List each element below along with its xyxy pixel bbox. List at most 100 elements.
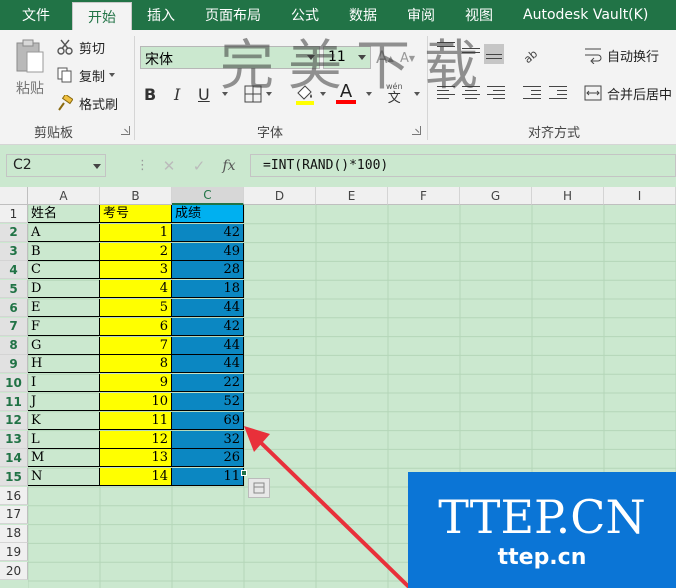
tab-formulas[interactable]: 公式 (276, 0, 334, 30)
column-header-f[interactable]: F (388, 187, 460, 205)
align-middle-icon[interactable] (462, 48, 482, 68)
clipboard-launcher-icon[interactable] (121, 126, 130, 135)
phonetic-button[interactable]: wén 文 (386, 82, 403, 106)
row-header-9[interactable]: 9 (0, 355, 28, 374)
font-name-input[interactable]: 宋体 (140, 46, 320, 69)
cell-b6[interactable]: 5 (100, 299, 172, 317)
cell-c8[interactable]: 44 (172, 336, 244, 355)
select-all-corner[interactable] (0, 187, 28, 205)
header-cell-c[interactable]: 成绩 (172, 205, 244, 223)
cell-b8[interactable]: 7 (100, 336, 172, 355)
cell-a8[interactable]: G (28, 336, 100, 355)
column-header-a[interactable]: A (28, 187, 100, 205)
cell-a12[interactable]: K (28, 411, 100, 430)
wrap-text-button[interactable]: 自动换行 (584, 44, 659, 66)
cell-b3[interactable]: 2 (100, 242, 172, 261)
row-header-14[interactable]: 14 (0, 449, 28, 468)
chevron-down-icon[interactable] (358, 55, 366, 60)
check-icon[interactable]: ✓ (184, 157, 214, 175)
cell-a11[interactable]: J (28, 393, 100, 411)
cell-b11[interactable]: 10 (100, 393, 172, 411)
tab-insert[interactable]: 插入 (132, 0, 190, 30)
cell-b7[interactable]: 6 (100, 317, 172, 336)
font-launcher-icon[interactable] (412, 126, 421, 135)
row-header-11[interactable]: 11 (0, 393, 28, 411)
cell-a10[interactable]: I (28, 374, 100, 393)
insert-function-button[interactable]: fx (214, 158, 244, 174)
cancel-icon[interactable]: ✕ (154, 157, 184, 175)
align-top-icon[interactable] (437, 42, 457, 62)
grow-font-button[interactable]: A ▲ (376, 46, 394, 70)
cell-b12[interactable]: 11 (100, 411, 172, 430)
borders-button[interactable] (244, 82, 272, 106)
decrease-indent-icon[interactable] (523, 86, 543, 106)
row-header-19[interactable]: 19 (0, 543, 28, 562)
column-header-h[interactable]: H (532, 187, 604, 205)
column-header-d[interactable]: D (244, 187, 316, 205)
chevron-down-icon[interactable] (307, 55, 315, 60)
cell-b2[interactable]: 1 (100, 223, 172, 242)
fill-color-button[interactable] (294, 82, 326, 106)
tab-data[interactable]: 数据 (334, 0, 392, 30)
row-header-20[interactable]: 20 (0, 562, 28, 581)
copy-dropdown-icon[interactable] (109, 73, 116, 77)
align-right-icon[interactable] (487, 86, 507, 106)
cell-a7[interactable]: F (28, 317, 100, 336)
row-header-16[interactable]: 16 (0, 487, 28, 505)
row-header-1[interactable]: 1 (0, 205, 28, 223)
row-header-12[interactable]: 12 (0, 411, 28, 430)
increase-indent-icon[interactable] (549, 86, 569, 106)
row-header-8[interactable]: 8 (0, 336, 28, 355)
cell-b9[interactable]: 8 (100, 355, 172, 374)
header-cell-a[interactable]: 姓名 (28, 205, 100, 223)
cell-a15[interactable]: N (28, 468, 100, 487)
cell-b5[interactable]: 4 (100, 280, 172, 299)
cell-a2[interactable]: A (28, 223, 100, 242)
format-painter-button[interactable]: 格式刷 (56, 92, 118, 114)
row-header-2[interactable]: 2 (0, 223, 28, 242)
paste-button[interactable]: 粘贴 (10, 38, 50, 100)
cell-b14[interactable]: 13 (100, 449, 172, 468)
cell-b4[interactable]: 3 (100, 261, 172, 280)
cell-a6[interactable]: E (28, 299, 100, 317)
tab-home[interactable]: 开始 (72, 2, 132, 30)
copy-button[interactable]: 复制 (56, 64, 116, 86)
column-header-b[interactable]: B (100, 187, 172, 205)
font-color-button[interactable]: A (336, 82, 356, 106)
cell-b10[interactable]: 9 (100, 374, 172, 393)
align-bottom-icon[interactable] (484, 44, 504, 64)
row-header-3[interactable]: 3 (0, 242, 28, 261)
row-header-6[interactable]: 6 (0, 299, 28, 317)
column-header-c[interactable]: C (172, 187, 244, 205)
cell-c4[interactable]: 28 (172, 261, 244, 280)
cell-c12[interactable]: 69 (172, 411, 244, 430)
cell-a13[interactable]: L (28, 430, 100, 449)
cell-c6[interactable]: 44 (172, 299, 244, 317)
align-center-icon[interactable] (462, 86, 482, 106)
row-header-5[interactable]: 5 (0, 280, 28, 299)
underline-button[interactable]: U (198, 82, 210, 106)
formula-input[interactable]: =INT(RAND()*100) (250, 154, 676, 177)
cell-c3[interactable]: 49 (172, 242, 244, 261)
cell-c9[interactable]: 44 (172, 355, 244, 374)
header-cell-b[interactable]: 考号 (100, 205, 172, 223)
row-header-4[interactable]: 4 (0, 261, 28, 280)
cell-a3[interactable]: B (28, 242, 100, 261)
row-header-17[interactable]: 17 (0, 505, 28, 524)
cell-c13[interactable]: 32 (172, 430, 244, 449)
tab-autodesk-vault[interactable]: Autodesk Vault(K) (508, 0, 663, 30)
shrink-font-button[interactable]: A ▼ (400, 46, 415, 70)
underline-dropdown-button[interactable] (218, 82, 228, 106)
cell-a9[interactable]: H (28, 355, 100, 374)
tab-view[interactable]: 视图 (450, 0, 508, 30)
font-color-dropdown[interactable] (362, 82, 372, 106)
row-header-13[interactable]: 13 (0, 430, 28, 449)
bold-button[interactable]: B (144, 82, 156, 106)
cell-b15[interactable]: 14 (100, 468, 172, 487)
cell-a14[interactable]: M (28, 449, 100, 468)
cell-a5[interactable]: D (28, 280, 100, 299)
tab-review[interactable]: 审阅 (392, 0, 450, 30)
phonetic-dropdown[interactable] (410, 82, 420, 106)
name-box[interactable]: C2 (6, 154, 106, 177)
cell-c2[interactable]: 42 (172, 223, 244, 242)
